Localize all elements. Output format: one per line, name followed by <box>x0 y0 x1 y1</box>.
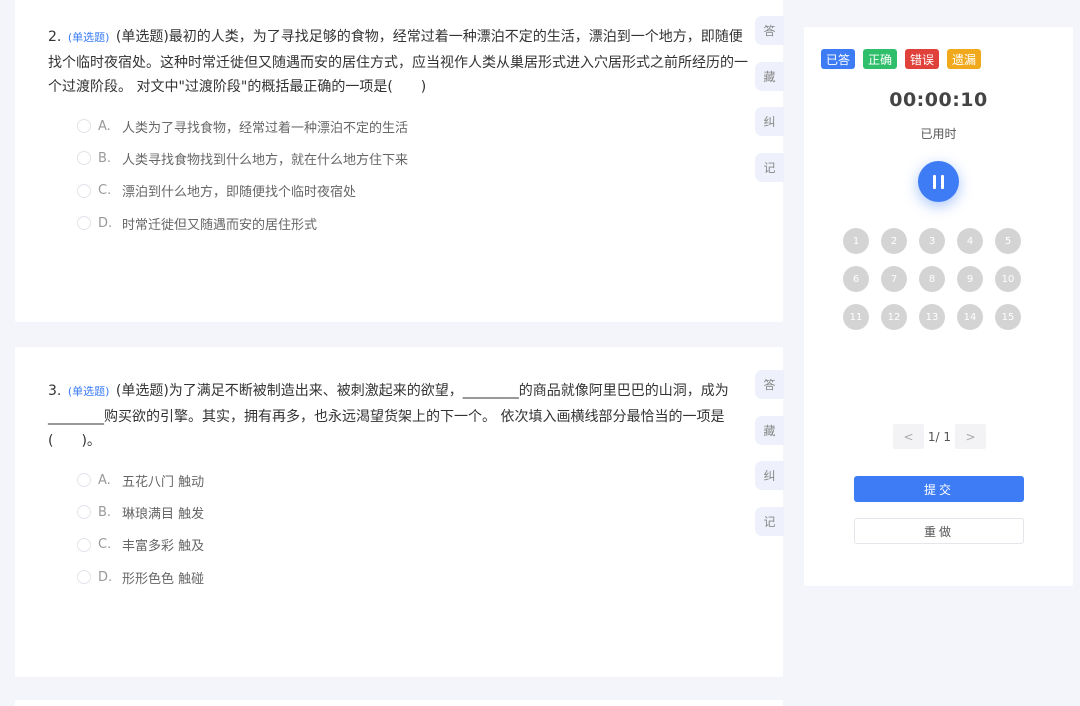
favorite-button[interactable]: 藏 <box>755 415 784 445</box>
radio-icon[interactable] <box>77 537 91 552</box>
option-letter: A. <box>98 472 111 488</box>
question-number-grid: 1 2 3 4 5 6 7 8 9 10 11 12 13 14 15 <box>843 228 1021 330</box>
option-letter: C. <box>98 537 112 553</box>
option-text: 琳琅满目 触发 <box>122 506 205 522</box>
legend-answered-badge: 已答 <box>821 49 856 69</box>
answer-button[interactable]: 答 <box>755 370 784 399</box>
note-button[interactable]: 记 <box>755 152 784 182</box>
option-text: 五花八门 触动 <box>122 474 205 490</box>
radio-icon[interactable] <box>77 505 91 520</box>
question-text: 3. (单选题) (单选题)为了满足不断被制造出来、被刺激起来的欲望，_____… <box>48 379 753 454</box>
legend-missed-badge: 遗漏 <box>947 49 982 69</box>
option-letter: D. <box>98 215 113 231</box>
option-a[interactable]: A. 五花八门 触动 <box>77 464 204 496</box>
question-nav-item[interactable]: 1 <box>843 228 869 254</box>
radio-icon[interactable] <box>77 473 91 488</box>
question-side-tools: 答 藏 纠 记 <box>755 16 784 198</box>
question-nav-item[interactable]: 12 <box>881 304 907 330</box>
radio-icon[interactable] <box>77 119 91 134</box>
legend-correct-badge: 正确 <box>863 49 898 69</box>
legend-wrong-badge: 错误 <box>905 49 940 69</box>
option-text: 形形色色 触碰 <box>122 571 205 587</box>
option-c[interactable]: C. 丰富多彩 触及 <box>77 529 204 561</box>
question-number: 2. <box>48 29 62 45</box>
pause-icon <box>941 174 944 189</box>
option-letter: C. <box>98 183 112 199</box>
radio-icon[interactable] <box>77 183 91 198</box>
next-page-button[interactable]: > <box>955 424 986 449</box>
option-b[interactable]: B. 人类寻找食物找到什么地方，就在什么地方住下来 <box>77 142 408 174</box>
question-nav-item[interactable]: 2 <box>881 228 907 254</box>
correction-button[interactable]: 纠 <box>755 461 784 490</box>
question-nav-item[interactable]: 7 <box>881 266 907 292</box>
option-letter: B. <box>98 150 112 166</box>
option-d[interactable]: D. 时常迁徙但又随遇而安的居住形式 <box>77 207 408 239</box>
question-nav-item[interactable]: 5 <box>995 228 1021 254</box>
question-nav-item[interactable]: 11 <box>843 304 869 330</box>
question-type-tag: (单选题) <box>67 31 110 44</box>
question-nav-item[interactable]: 10 <box>995 266 1021 292</box>
question-card-3: 3. (单选题) (单选题)为了满足不断被制造出来、被刺激起来的欲望，_____… <box>15 347 784 677</box>
note-button[interactable]: 记 <box>755 506 784 536</box>
option-c[interactable]: C. 漂泊到什么地方，即随便找个临时夜宿处 <box>77 175 408 207</box>
option-b[interactable]: B. 琳琅满目 触发 <box>77 496 204 528</box>
option-text: 人类为了寻找食物，经常过着一种漂泊不定的生活 <box>122 120 409 136</box>
question-nav-item[interactable]: 15 <box>995 304 1021 330</box>
question-nav-item[interactable]: 4 <box>957 228 983 254</box>
radio-icon[interactable] <box>77 216 91 231</box>
option-d[interactable]: D. 形形色色 触碰 <box>77 561 204 593</box>
page-indicator: 1/ 1 <box>927 429 952 444</box>
timer-label: 已用时 <box>920 127 957 141</box>
question-stem: (单选题)最初的人类，为了寻找足够的食物，经常过着一种漂泊不定的生活，漂泊到一个… <box>48 29 748 95</box>
radio-icon[interactable] <box>77 151 91 166</box>
question-nav-item[interactable]: 9 <box>957 266 983 292</box>
answer-sheet-panel: 已答 正确 错误 遗漏 00:00:10 已用时 1 2 3 4 5 6 7 8… <box>804 27 1073 586</box>
radio-icon[interactable] <box>77 570 91 585</box>
answer-button[interactable]: 答 <box>755 16 784 45</box>
correction-button[interactable]: 纠 <box>755 107 784 136</box>
options-list: A. 五花八门 触动 B. 琳琅满目 触发 C. 丰富多彩 触及 D. 形形色色 触碰 <box>77 464 204 593</box>
pause-button[interactable] <box>918 161 959 202</box>
submit-button[interactable]: 提交 <box>854 476 1024 502</box>
question-text: 2. (单选题) (单选题)最初的人类，为了寻找足够的食物，经常过着一种漂泊不定… <box>48 25 753 100</box>
question-nav-item[interactable]: 13 <box>919 304 945 330</box>
option-text: 丰富多彩 触及 <box>122 539 205 555</box>
status-legend: 已答 正确 错误 遗漏 <box>821 49 982 69</box>
favorite-button[interactable]: 藏 <box>755 61 784 91</box>
option-letter: D. <box>98 569 113 585</box>
options-list: A. 人类为了寻找食物，经常过着一种漂泊不定的生活 B. 人类寻找食物找到什么地方，… <box>77 110 408 239</box>
question-side-tools: 答 藏 纠 记 <box>755 370 784 552</box>
question-type-tag: (单选题) <box>67 385 110 398</box>
prev-page-button[interactable]: < <box>893 424 924 449</box>
question-card-2: 2. (单选题) (单选题)最初的人类，为了寻找足够的食物，经常过着一种漂泊不定… <box>15 0 784 322</box>
question-number: 3. <box>48 383 62 399</box>
question-stem: (单选题)为了满足不断被制造出来、被刺激起来的欲望，________的商品就像阿… <box>48 383 729 449</box>
option-a[interactable]: A. 人类为了寻找食物，经常过着一种漂泊不定的生活 <box>77 110 408 142</box>
question-card-4 <box>15 700 783 706</box>
pause-icon <box>933 174 936 189</box>
question-nav-item[interactable]: 14 <box>957 304 983 330</box>
option-letter: B. <box>98 504 112 520</box>
pagination: < 1/ 1 > <box>893 424 986 449</box>
question-nav-item[interactable]: 3 <box>919 228 945 254</box>
option-letter: A. <box>98 118 111 134</box>
redo-button[interactable]: 重做 <box>854 518 1024 544</box>
option-text: 漂泊到什么地方，即随便找个临时夜宿处 <box>122 185 357 201</box>
question-nav-item[interactable]: 6 <box>843 266 869 292</box>
option-text: 人类寻找食物找到什么地方，就在什么地方住下来 <box>122 152 409 168</box>
elapsed-timer: 00:00:10 <box>889 89 988 111</box>
option-text: 时常迁徙但又随遇而安的居住形式 <box>122 217 318 233</box>
question-nav-item[interactable]: 8 <box>919 266 945 292</box>
